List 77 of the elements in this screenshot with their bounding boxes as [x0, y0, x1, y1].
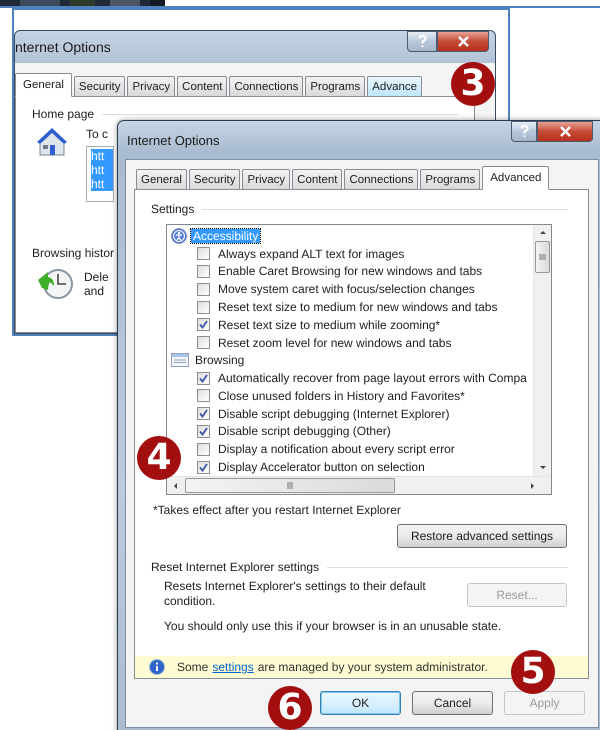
option-label: Always expand ALT text for images [218, 246, 404, 261]
option-label: Automatically recover from page layout errors with Compa [218, 371, 527, 386]
checkbox[interactable] [197, 460, 210, 474]
scroll-down-icon[interactable] [538, 464, 546, 472]
option-label: Close unused folders in History and Favorites* [218, 388, 465, 403]
close-icon [456, 36, 470, 47]
tab[interactable]: General [15, 73, 72, 97]
info-text: Some [177, 660, 208, 674]
tab[interactable]: Programs [420, 169, 480, 190]
footnote-text: *Takes effect after you restart Internet Explorer [153, 503, 401, 517]
option-label: Display Accelerator button on selection [218, 460, 425, 474]
description-text: Resets Internet Explorer's settings to their default condition. [164, 579, 427, 609]
restore-button[interactable]: Restore advanced settings [397, 524, 567, 548]
house-icon [36, 127, 68, 157]
tab[interactable]: Connections [344, 169, 418, 190]
checkbox[interactable] [197, 282, 210, 296]
dialog-button[interactable]: OK [320, 691, 401, 715]
window-title: Internet Options [127, 132, 220, 148]
tab[interactable]: Programs [305, 76, 366, 97]
tab[interactable]: General [136, 169, 187, 190]
help-icon [418, 35, 426, 48]
close-icon [558, 126, 572, 137]
vertical-scrollbar[interactable] [533, 225, 551, 476]
accessibility-icon [171, 228, 187, 244]
option-label: Reset zoom level for new windows and tabs [218, 336, 452, 350]
tab[interactable]: Connections [229, 76, 304, 97]
tab[interactable]: Content [292, 169, 342, 190]
checkbox[interactable] [197, 318, 210, 332]
checkbox[interactable] [197, 424, 210, 438]
group-label: Browsing histor [32, 246, 114, 260]
close-button[interactable] [537, 121, 593, 142]
tab[interactable]: Advanced [482, 166, 550, 190]
tab[interactable]: Privacy [242, 169, 290, 190]
help-button[interactable] [407, 31, 437, 52]
option-label: Enable Caret Browsing for new windows and tabs [218, 264, 482, 278]
scroll-right-icon[interactable] [529, 482, 537, 490]
option-label: Reset text size to medium for new windows and tabs [218, 300, 498, 314]
warning-text: You should only use this if your browser is in an unusable state. [164, 619, 502, 634]
settings-link[interactable]: settings [212, 660, 254, 674]
group-label: Reset Internet Explorer settings [151, 560, 320, 574]
checkbox[interactable] [197, 336, 210, 350]
checkbox[interactable] [197, 442, 210, 456]
dialog-button[interactable]: Cancel [412, 691, 493, 715]
description-text: Dele [84, 270, 109, 284]
help-icon [520, 125, 528, 138]
clock-icon [36, 266, 74, 302]
checkbox[interactable] [197, 300, 210, 314]
checkbox[interactable] [197, 372, 210, 385]
option-label: Reset text size to medium while zooming* [218, 318, 440, 332]
tab[interactable]: Privacy [127, 76, 176, 97]
window-title: nternet Options [15, 39, 111, 55]
info-icon [149, 659, 165, 675]
tab[interactable]: Advance [367, 76, 422, 97]
description-text: and [84, 284, 106, 298]
option-label: Disable script debugging (Other) [218, 424, 391, 438]
scroll-up-icon[interactable] [538, 229, 546, 237]
checkbox[interactable] [197, 389, 210, 402]
checkbox[interactable] [197, 247, 210, 260]
instruction-text: To c [86, 127, 110, 141]
window-icon [171, 353, 189, 368]
tab[interactable]: Security [74, 76, 126, 97]
scroll-thumb[interactable] [535, 241, 550, 273]
close-button[interactable] [437, 31, 489, 52]
scroll-thumb[interactable] [185, 478, 395, 493]
option-label: Display a notification about every script error [218, 442, 455, 456]
checkbox[interactable] [197, 407, 210, 420]
tab[interactable]: Content [177, 76, 228, 97]
help-button[interactable] [511, 121, 537, 142]
tab[interactable]: Security [188, 169, 240, 190]
info-text: are managed by your system administrator. [258, 660, 488, 674]
option-label: Move system caret with focus/selection changes [218, 282, 475, 296]
horizontal-scrollbar[interactable] [167, 476, 551, 494]
category-item[interactable]: Browsing [193, 353, 246, 368]
checkbox[interactable] [197, 264, 210, 278]
option-label: Disable script debugging (Internet Explorer) [218, 406, 450, 421]
group-label: Settings [151, 202, 194, 216]
group-label: Home page [32, 107, 94, 121]
